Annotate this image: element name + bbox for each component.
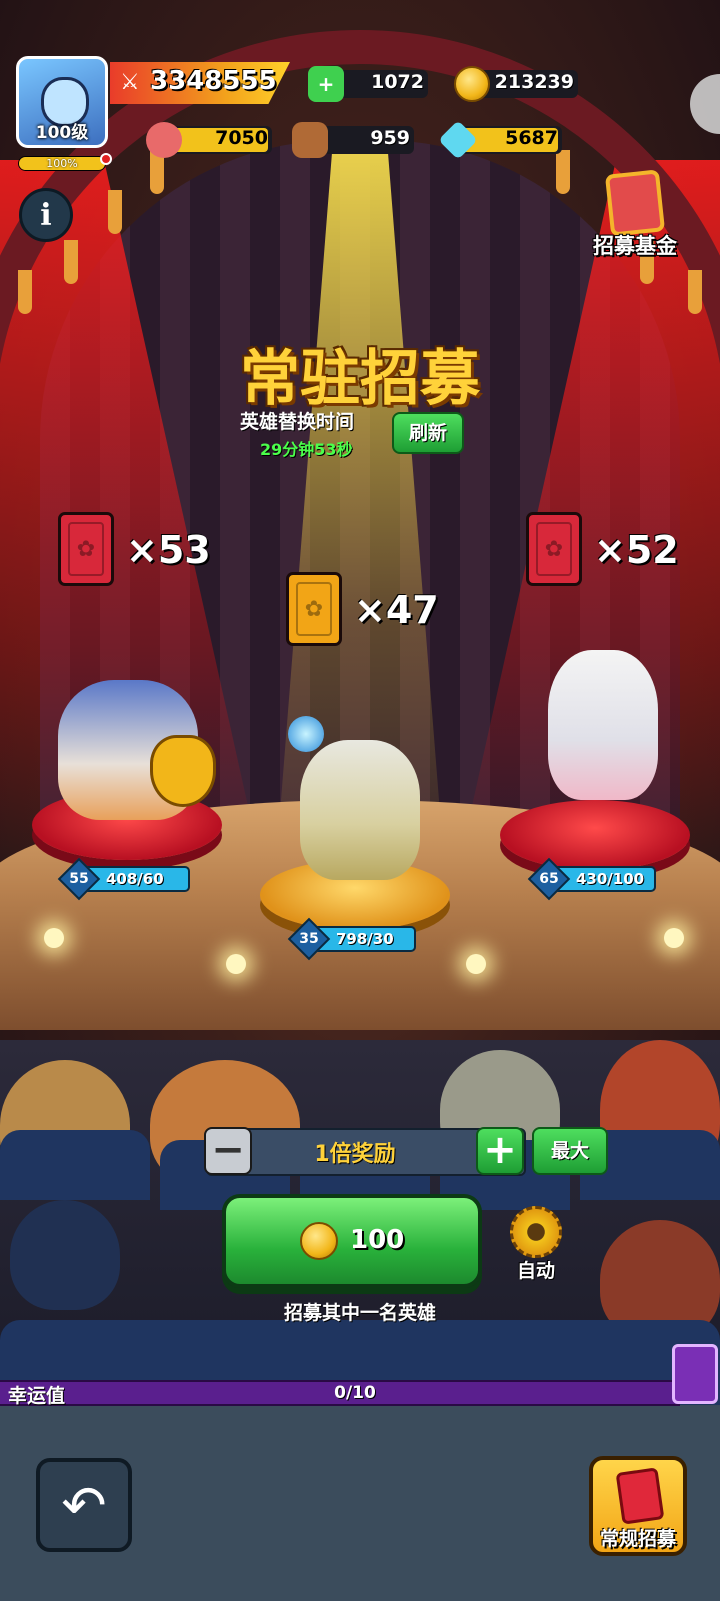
combat-power-value: 3348555 [150, 66, 277, 96]
hero-fragments: 408/60 [106, 870, 164, 888]
gold-value: 213239 [494, 71, 574, 93]
hero-card-icon: ✿ [286, 572, 342, 646]
fund-card-icon [604, 169, 666, 237]
info-button[interactable]: i [19, 188, 73, 242]
gem-value: 1072 [371, 71, 424, 93]
player-level: 100级 [35, 123, 89, 143]
back-arrow-icon: ↶ [61, 1473, 107, 1537]
auto-label: 自动 [516, 1260, 555, 1282]
hero-pedestal[interactable] [500, 800, 690, 870]
back-button[interactable]: ↶ [36, 1458, 132, 1552]
recruit-cost: 100 [350, 1225, 405, 1255]
luck-value: 0/10 [334, 1383, 376, 1403]
tassel [688, 270, 702, 314]
decrease-multiplier-button[interactable]: − [204, 1127, 252, 1175]
recruit-fund-button[interactable]: 招募基金 [590, 169, 680, 262]
recruit-fund-label: 招募基金 [593, 234, 677, 258]
hero-fragments: 430/100 [576, 870, 645, 888]
hero-fragment-bar: 35 798/30 [287, 917, 416, 961]
page-title: 常驻招募 [240, 344, 480, 414]
stage-light [226, 954, 246, 974]
luck-label: 幸运值 [8, 1385, 66, 1407]
hero-fragments: 798/30 [336, 930, 394, 948]
shield-icon [150, 735, 216, 807]
hero-card-count: ×53 [126, 528, 211, 572]
tassel [108, 190, 122, 234]
audience-head [10, 1200, 120, 1310]
hero-swap-label: 英雄替换时间 [240, 411, 355, 433]
hero-fragment-bar: 55 408/60 [57, 857, 190, 901]
wood-value: 959 [370, 127, 410, 149]
stage-light [664, 928, 684, 948]
combat-power-banner: ⚔ 3348555 [110, 62, 290, 104]
refresh-button[interactable]: 刷新 [392, 412, 464, 454]
meat-counter[interactable]: 7050 [146, 122, 274, 158]
regular-recruit-card-icon [615, 1467, 665, 1525]
luck-reward-card-icon[interactable] [672, 1344, 718, 1404]
max-multiplier-button[interactable]: 最大 [532, 1127, 608, 1175]
xp-bar: 100% [18, 156, 106, 171]
gear-icon [510, 1206, 562, 1258]
crossed-swords-icon: ⚔ [120, 70, 140, 95]
magic-orb-icon [288, 716, 324, 752]
tassel [64, 240, 78, 284]
recruit-hint: 招募其中一名英雄 [283, 1302, 436, 1324]
hero-card-icon: ✿ [58, 512, 114, 586]
stage-light [466, 954, 486, 974]
hero-level: 65 [539, 871, 559, 887]
card-emblem-icon: ✿ [536, 522, 572, 576]
hero-level: 55 [69, 871, 89, 887]
card-emblem-icon: ✿ [68, 522, 104, 576]
gold-counter[interactable]: 213239 [454, 66, 580, 102]
stage-light [44, 928, 64, 948]
meat-icon [146, 122, 182, 158]
meat-value: 7050 [215, 127, 268, 149]
regular-recruit-button[interactable]: 常规招募 [589, 1456, 687, 1556]
hero-card-count: ×47 [354, 588, 439, 632]
multiplier-value: 1倍奖励 [314, 1142, 396, 1167]
gold-coin-icon [300, 1222, 338, 1260]
hero-level: 35 [299, 931, 319, 947]
green-gem-plus-icon: + [308, 66, 344, 102]
wood-log-icon [292, 122, 328, 158]
audience-seat [0, 1130, 150, 1200]
tassel [18, 270, 32, 314]
increase-multiplier-button[interactable]: + [476, 1127, 524, 1175]
hero-swap-timer: 29分钟53秒 [260, 440, 353, 459]
hero-fragment-bar: 65 430/100 [527, 857, 656, 901]
hero-card-icon: ✿ [526, 512, 582, 586]
xp-percent: 100% [46, 157, 78, 170]
hero-angel[interactable] [548, 650, 658, 800]
hero-wizard[interactable] [300, 740, 420, 880]
regular-recruit-label: 常规招募 [599, 1528, 676, 1550]
tassel [556, 150, 570, 194]
gem-counter[interactable]: + 1072 [308, 66, 430, 102]
notification-dot [100, 153, 112, 165]
auto-recruit-button[interactable]: 自动 [506, 1206, 566, 1282]
hero-card-count: ×52 [594, 528, 679, 572]
crystal-counter[interactable]: 5687 [438, 120, 564, 160]
crystal-value: 5687 [505, 127, 558, 149]
gold-coin-icon [454, 66, 490, 102]
player-avatar[interactable]: 100级 [16, 56, 108, 148]
wood-counter[interactable]: 959 [292, 122, 416, 158]
card-emblem-icon: ✿ [296, 582, 332, 636]
